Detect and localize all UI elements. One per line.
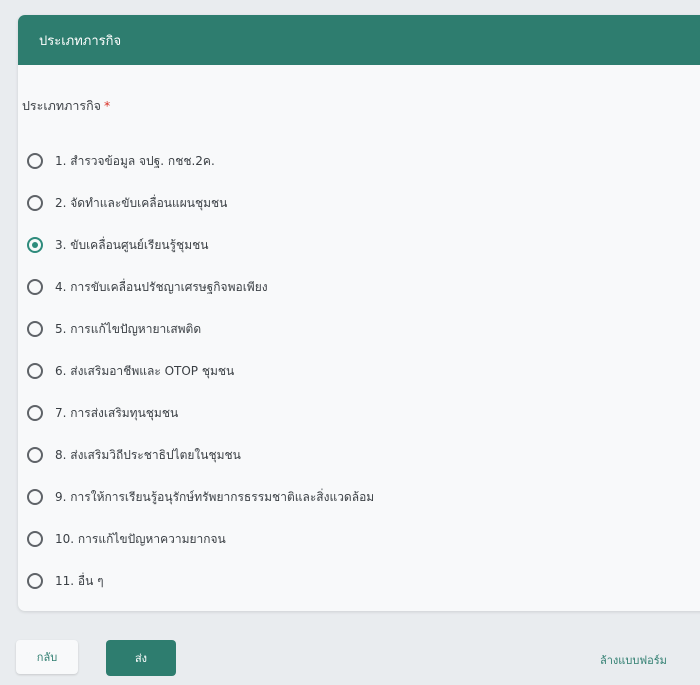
- radio-button[interactable]: [27, 573, 43, 589]
- radio-option-9[interactable]: 9. การให้การเรียนรู้อนุรักษ์ทรัพยากรธรรม…: [27, 476, 374, 518]
- radio-option-label: 3. ขับเคลื่อนศูนย์เรียนรู้ชุมชน: [55, 237, 209, 252]
- radio-button-selected[interactable]: [27, 237, 43, 253]
- radio-button[interactable]: [27, 279, 43, 295]
- radio-button[interactable]: [27, 363, 43, 379]
- question-text: ประเภทภารกิจ: [22, 98, 101, 113]
- clear-form-link[interactable]: ล้างแบบฟอร์ม: [600, 651, 667, 669]
- radio-option-6[interactable]: 6. ส่งเสริมอาชีพและ OTOP ชุมชน: [27, 350, 374, 392]
- radio-option-7[interactable]: 7. การส่งเสริมทุนชุมชน: [27, 392, 374, 434]
- radio-option-label: 6. ส่งเสริมอาชีพและ OTOP ชุมชน: [55, 363, 235, 378]
- radio-option-label: 10. การแก้ไขปัญหาความยากจน: [55, 531, 226, 546]
- radio-option-label: 2. จัดทำและขับเคลื่อนแผนชุมชน: [55, 195, 228, 210]
- radio-button[interactable]: [27, 153, 43, 169]
- radio-option-3[interactable]: 3. ขับเคลื่อนศูนย์เรียนรู้ชุมชน: [27, 224, 374, 266]
- radio-button[interactable]: [27, 447, 43, 463]
- radio-option-8[interactable]: 8. ส่งเสริมวิถีประชาธิปไตยในชุมชน: [27, 434, 374, 476]
- radio-button[interactable]: [27, 489, 43, 505]
- radio-option-label: 1. สำรวจข้อมูล จปฐ. กชช.2ค.: [55, 153, 215, 168]
- radio-option-label: 4. การขับเคลื่อนปรัชญาเศรษฐกิจพอเพียง: [55, 279, 268, 294]
- radio-button[interactable]: [27, 321, 43, 337]
- radio-option-4[interactable]: 4. การขับเคลื่อนปรัชญาเศรษฐกิจพอเพียง: [27, 266, 374, 308]
- section-header: ประเภทภารกิจ: [18, 15, 700, 65]
- question-title: ประเภทภารกิจ *: [22, 96, 110, 116]
- radio-option-label: 7. การส่งเสริมทุนชุมชน: [55, 405, 179, 420]
- section-title: ประเภทภารกิจ: [39, 33, 122, 49]
- radio-option-11[interactable]: 11. อื่น ๆ: [27, 560, 374, 602]
- radio-option-1[interactable]: 1. สำรวจข้อมูล จปฐ. กชช.2ค.: [27, 140, 374, 182]
- radio-button[interactable]: [27, 195, 43, 211]
- radio-option-label: 5. การแก้ไขปัญหายาเสพติด: [55, 321, 202, 336]
- radio-option-5[interactable]: 5. การแก้ไขปัญหายาเสพติด: [27, 308, 374, 350]
- radio-option-label: 8. ส่งเสริมวิถีประชาธิปไตยในชุมชน: [55, 447, 241, 462]
- submit-button[interactable]: ส่ง: [106, 640, 176, 676]
- radio-option-2[interactable]: 2. จัดทำและขับเคลื่อนแผนชุมชน: [27, 182, 374, 224]
- required-mark: *: [103, 98, 111, 113]
- radio-option-10[interactable]: 10. การแก้ไขปัญหาความยากจน: [27, 518, 374, 560]
- radio-group: 1. สำรวจข้อมูล จปฐ. กชช.2ค. 2. จัดทำและข…: [27, 140, 374, 602]
- radio-button[interactable]: [27, 405, 43, 421]
- radio-option-label: 9. การให้การเรียนรู้อนุรักษ์ทรัพยากรธรรม…: [55, 489, 375, 504]
- radio-button[interactable]: [27, 531, 43, 547]
- radio-option-label: 11. อื่น ๆ: [55, 573, 104, 588]
- back-button[interactable]: กลับ: [16, 640, 78, 674]
